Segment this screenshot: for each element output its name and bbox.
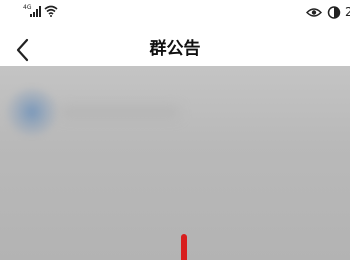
signal-bars-icon — [30, 6, 41, 17]
screen: 4G 2 群公告 — [0, 0, 350, 260]
announcement-content-area[interactable] — [0, 66, 350, 260]
blurred-text — [60, 106, 180, 118]
battery-level-text: 2 — [345, 5, 350, 19]
battery-icon — [327, 6, 341, 19]
page-title: 群公告 — [149, 39, 201, 59]
blurred-avatar — [6, 88, 58, 136]
wifi-icon — [44, 5, 58, 17]
header: 群公告 — [0, 26, 350, 70]
eye-icon — [306, 8, 322, 17]
red-arrow-annotation — [181, 234, 187, 260]
status-bar: 4G 2 — [0, 0, 350, 26]
